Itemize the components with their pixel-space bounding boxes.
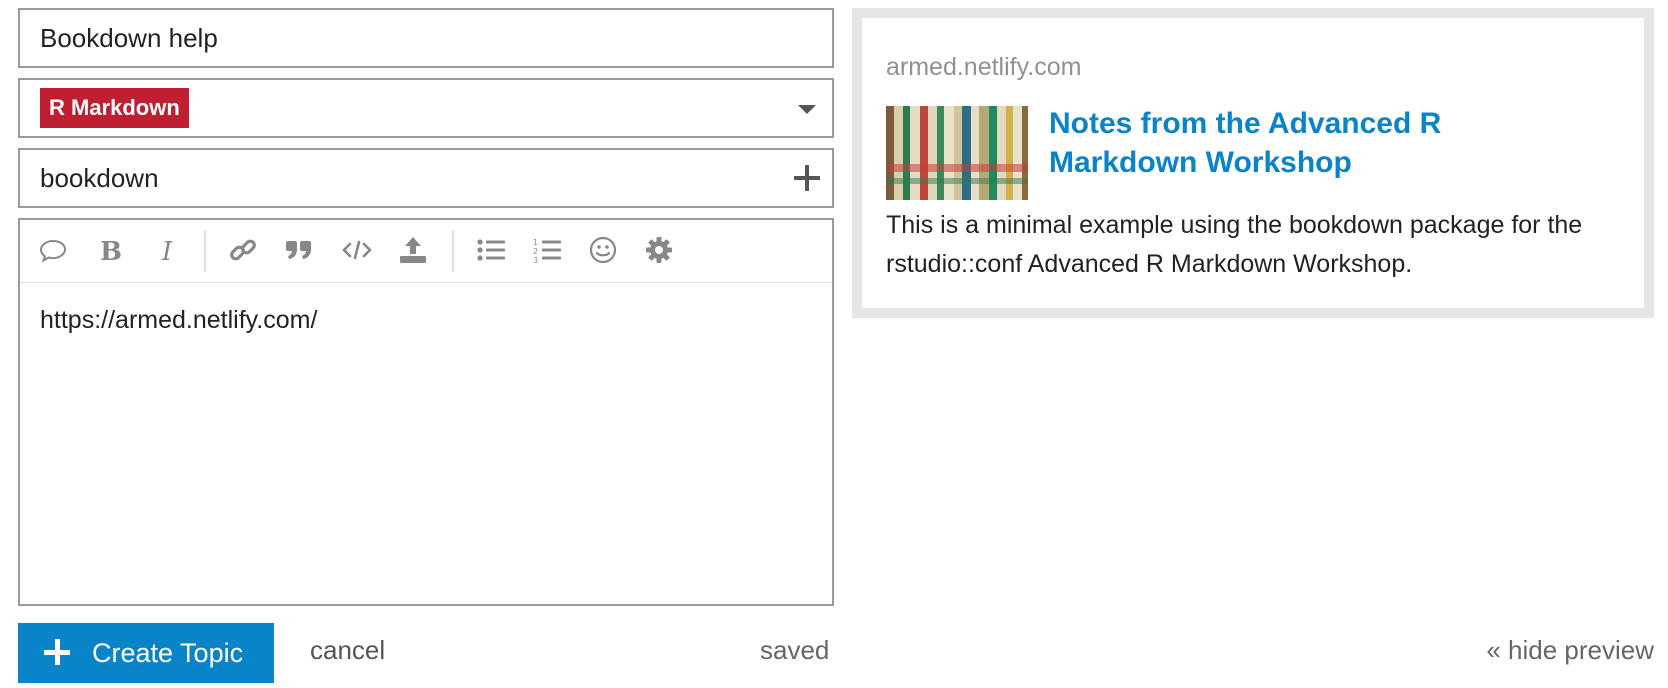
svg-text:I: I — [161, 237, 173, 265]
link-icon[interactable] — [228, 235, 258, 265]
create-topic-button[interactable]: Create Topic — [18, 623, 274, 683]
svg-text:B: B — [100, 237, 122, 265]
toolbar-divider — [204, 230, 206, 272]
upload-icon[interactable] — [398, 235, 428, 265]
onebox-card: armed.netlify.com Notes from the Advance… — [862, 18, 1644, 308]
svg-text:2: 2 — [533, 247, 538, 256]
onebox-thumbnail — [886, 106, 1028, 200]
toolbar-divider — [452, 230, 454, 272]
onebox-domain[interactable]: armed.netlify.com — [886, 53, 1081, 82]
composer-editor[interactable]: B I 123 https://armed.netlify.com/ — [18, 218, 834, 606]
emoji-icon[interactable] — [588, 235, 618, 265]
bold-icon[interactable]: B — [96, 235, 126, 265]
tag-chooser[interactable]: bookdown — [18, 148, 834, 208]
onebox-description: This is a minimal example using the book… — [886, 211, 1583, 278]
numbered-list-icon[interactable]: 123 — [532, 235, 562, 265]
editor-text[interactable]: https://armed.netlify.com/ — [40, 306, 317, 335]
category-badge: R Markdown — [40, 88, 189, 128]
chevron-down-icon[interactable] — [798, 105, 816, 114]
italic-icon[interactable]: I — [152, 235, 182, 265]
cancel-link[interactable]: cancel — [310, 635, 385, 666]
topic-title-value: Bookdown help — [40, 23, 218, 53]
preview-panel: armed.netlify.com Notes from the Advance… — [852, 8, 1654, 318]
quote-icon[interactable] — [38, 235, 68, 265]
svg-text:3: 3 — [533, 256, 538, 265]
hide-preview-link[interactable]: « hide preview — [1486, 635, 1654, 666]
draft-status: saved — [760, 635, 830, 665]
onebox-title-link[interactable]: Notes from the Advanced R Markdown Works… — [1049, 104, 1569, 182]
editor-toolbar: B I 123 — [20, 220, 832, 283]
gear-icon[interactable] — [644, 235, 674, 265]
code-icon[interactable] — [342, 235, 372, 265]
tag-value: bookdown — [40, 163, 159, 193]
bullet-list-icon[interactable] — [476, 235, 506, 265]
category-select[interactable]: R Markdown — [18, 78, 834, 138]
plus-icon[interactable] — [794, 165, 820, 191]
svg-text:1: 1 — [533, 238, 538, 247]
create-topic-label: Create Topic — [92, 638, 244, 668]
plus-icon — [44, 639, 70, 665]
topic-title-input[interactable]: Bookdown help — [18, 8, 834, 68]
blockquote-icon[interactable] — [284, 235, 314, 265]
